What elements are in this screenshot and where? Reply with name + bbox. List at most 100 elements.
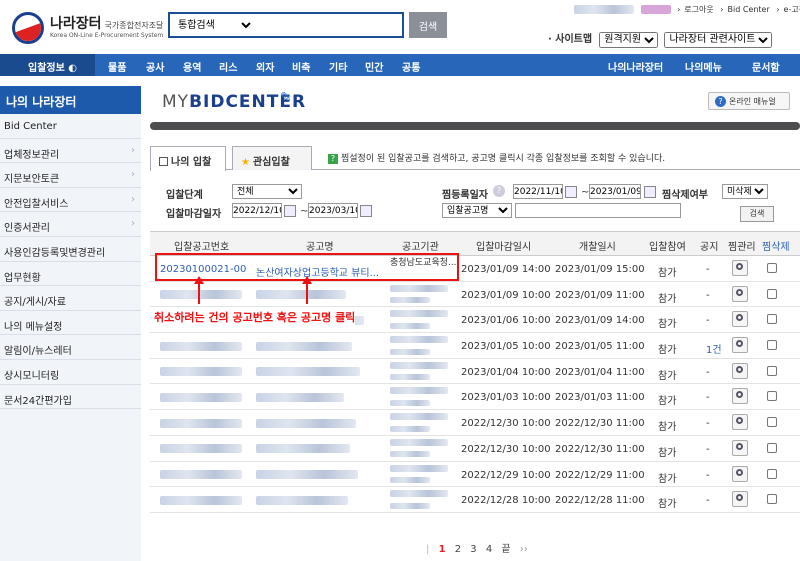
magnifier-icon[interactable]	[732, 439, 748, 456]
magnifier-icon[interactable]	[732, 465, 748, 482]
calendar-icon[interactable]	[565, 186, 577, 198]
delete-checkbox[interactable]	[767, 442, 777, 453]
keyword-input[interactable]	[515, 203, 681, 218]
search-button[interactable]: 검색	[409, 12, 447, 38]
bid-name-link[interactable]	[256, 418, 380, 429]
bid-number-link[interactable]	[160, 470, 252, 481]
search-category-select[interactable]: 통합검색	[174, 18, 254, 33]
nav-item-lease[interactable]: 리스	[219, 59, 237, 74]
magnifier-icon[interactable]	[732, 311, 748, 328]
bid-number-link[interactable]	[160, 290, 252, 301]
logo[interactable]: 나라장터 국가종합전자조달 Korea ON-Line E-Procurement…	[12, 12, 172, 46]
page-current[interactable]: 1	[439, 544, 446, 555]
help-icon[interactable]: ?	[493, 185, 505, 197]
nav-item-bid-info[interactable]: 입찰정보 ◐	[0, 54, 95, 76]
delete-checkbox[interactable]	[767, 417, 777, 428]
nav-item-common[interactable]: 공통	[402, 59, 420, 74]
question-icon: ?	[328, 154, 338, 164]
name-type-select[interactable]: 입찰공고명	[442, 203, 512, 218]
nav-item-private[interactable]: 민간	[365, 59, 383, 74]
related-sites-select[interactable]: 나라장터 관련사이트	[664, 31, 773, 48]
nav-item-construction[interactable]: 공사	[146, 59, 164, 74]
sidebar-item-certificate[interactable]: 인증서관리 ›	[0, 212, 141, 237]
nav-item-foreign[interactable]: 외자	[256, 59, 274, 74]
notice-cell: -	[706, 264, 710, 275]
nav-item-my-menu[interactable]: 나의메뉴	[685, 59, 722, 74]
sidebar-item-monitoring[interactable]: 상시모니터링	[0, 360, 141, 385]
magnifier-icon[interactable]	[732, 285, 748, 302]
sidebar-item-work-status[interactable]: 업무현황	[0, 262, 141, 287]
delete-checkbox[interactable]	[767, 391, 777, 402]
magnifier-icon[interactable]	[732, 491, 748, 508]
nav-item-etc[interactable]: 기타	[329, 59, 347, 74]
tab-interest-bids[interactable]: ★ 관심입찰	[232, 146, 312, 170]
sidebar-item-bid-center[interactable]: Bid Center	[0, 114, 141, 139]
deadline-label: 입찰마감일자	[166, 209, 222, 220]
bid-name-link[interactable]	[256, 341, 380, 352]
sidebar-item-seal-registration[interactable]: 사용인감등록및변경관리	[0, 237, 141, 262]
sidebar-item-safe-bidding[interactable]: 안전입찰서비스 ›	[0, 188, 141, 213]
nav-item-my-narajangteo[interactable]: 나의나라장터	[608, 59, 663, 74]
nav-item-service[interactable]: 용역	[183, 59, 201, 74]
sidebar-item-company-info[interactable]: 업체정보관리 ›	[0, 139, 141, 164]
sidebar-item-menu-settings[interactable]: 나의 메뉴설정	[0, 311, 141, 336]
bid-name-link[interactable]	[256, 495, 380, 506]
deadline-from-input[interactable]	[232, 203, 282, 218]
calendar-icon[interactable]	[360, 205, 372, 217]
calendar-icon[interactable]	[284, 205, 296, 217]
deadline-to-input[interactable]	[308, 203, 358, 218]
search-box: 통합검색	[168, 12, 404, 38]
notice-cell[interactable]: 1건	[706, 341, 722, 356]
bid-number-link[interactable]	[160, 418, 252, 429]
sidebar-item-fingerprint-token[interactable]: 지문보안토큰 ›	[0, 163, 141, 188]
bid-name-link[interactable]	[256, 444, 380, 455]
reg-to-input[interactable]	[589, 184, 641, 199]
open-cell: 2023/01/04 11:00	[555, 366, 645, 378]
logout-link[interactable]: › 로그아웃	[677, 5, 714, 14]
nav-item-documents[interactable]: 문서함	[752, 59, 780, 74]
open-cell: 2023/01/05 11:00	[555, 341, 645, 353]
bid-number-link[interactable]	[160, 341, 252, 352]
sidebar-item-doc24-signup[interactable]: 문서24간편가입	[0, 385, 141, 410]
remote-support-select[interactable]: 원격지원	[599, 31, 659, 48]
magnifier-icon[interactable]	[732, 362, 748, 379]
bid-number-link[interactable]	[160, 367, 252, 378]
bid-number-link[interactable]	[160, 495, 252, 506]
delete-checkbox[interactable]	[767, 288, 777, 299]
bid-number-link[interactable]	[160, 392, 252, 403]
sidebar-item-newsletter[interactable]: 알림이/뉴스레터	[0, 335, 141, 360]
sitemap-link[interactable]: · 사이트맵	[548, 34, 592, 45]
customer-center-link[interactable]: ›e-고객센터	[776, 5, 800, 14]
filter-search-button[interactable]: 검색	[740, 206, 774, 222]
calendar-icon[interactable]	[644, 186, 656, 198]
bid-name-link[interactable]	[256, 367, 380, 378]
page-2[interactable]: 2	[455, 544, 461, 555]
delete-checkbox[interactable]	[767, 468, 777, 479]
page-last[interactable]: 끝	[501, 544, 510, 555]
reg-from-input[interactable]	[513, 184, 563, 199]
page-4[interactable]: 4	[486, 544, 492, 555]
magnifier-icon[interactable]	[732, 337, 748, 354]
open-cell: 2022/12/29 11:00	[555, 469, 645, 481]
delete-checkbox[interactable]	[767, 314, 777, 325]
delete-checkbox[interactable]	[767, 365, 777, 376]
delete-checkbox[interactable]	[767, 340, 777, 351]
exclude-select[interactable]: 미삭제	[722, 184, 768, 199]
tab-my-bids[interactable]: 나의 입찰	[150, 146, 226, 171]
bid-name-link[interactable]	[256, 470, 380, 481]
bidcenter-link[interactable]: › Bid Center	[720, 5, 769, 14]
nav-item-goods[interactable]: 물품	[108, 59, 126, 74]
delete-checkbox[interactable]	[767, 263, 777, 273]
page-3[interactable]: 3	[470, 544, 476, 555]
bid-name-link[interactable]	[256, 290, 380, 301]
magnifier-icon[interactable]	[732, 414, 748, 431]
delete-checkbox[interactable]	[767, 494, 777, 505]
bid-name-link[interactable]	[256, 392, 380, 403]
sidebar-item-notices[interactable]: 공지/게시/자료	[0, 286, 141, 311]
stage-select[interactable]: 전체	[232, 184, 302, 199]
magnifier-icon[interactable]	[732, 388, 748, 405]
online-manual-button[interactable]: ? 온라인 매뉴얼	[708, 92, 790, 110]
magnifier-icon[interactable]	[732, 260, 748, 276]
nav-item-stockpile[interactable]: 비축	[292, 59, 310, 74]
bid-number-link[interactable]	[160, 444, 252, 455]
